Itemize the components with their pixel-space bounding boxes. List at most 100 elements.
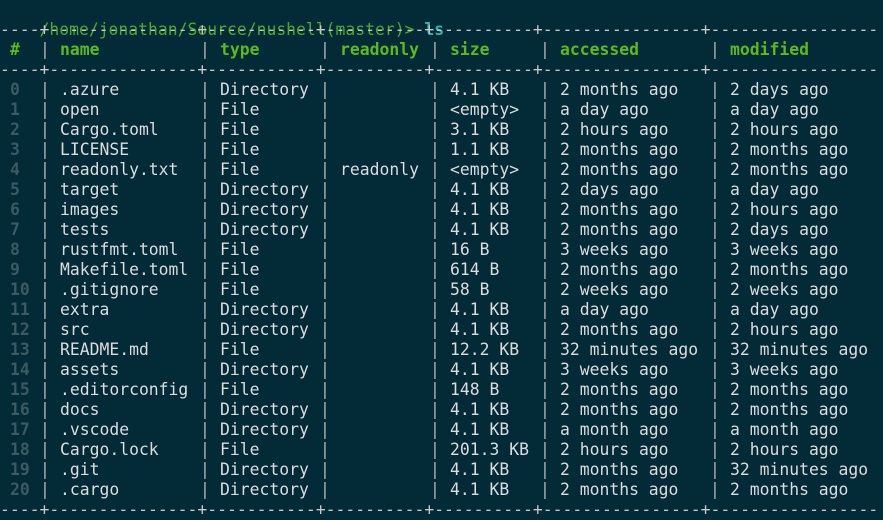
column-separator: | xyxy=(540,140,550,159)
table-row: 12 src Directory 4.1 KB 2 months ago 2 hours … xyxy=(0,320,883,340)
column-separator: | xyxy=(540,200,550,219)
column-separator: | xyxy=(320,400,330,419)
column-separator: | xyxy=(40,260,50,279)
column-separator: | xyxy=(710,40,720,59)
table-row: 4 readonly.txt File readonly <empty> 2 months… xyxy=(0,160,883,180)
cell-type: Directory xyxy=(220,220,309,239)
column-separator: | xyxy=(200,420,210,439)
cell-index: 11 xyxy=(10,300,30,319)
column-separator: | xyxy=(320,460,330,479)
table-row: 3 LICENSE File 1.1 KB 2 months ago 2 months a… xyxy=(0,140,883,160)
cell-modified: a day ago xyxy=(730,300,819,319)
cell-type: File xyxy=(220,120,260,139)
cell-modified: a day ago xyxy=(730,100,819,119)
cell-type: File xyxy=(220,140,260,159)
column-separator: | xyxy=(40,200,50,219)
column-header-accessed: accessed xyxy=(560,40,639,59)
column-separator: | xyxy=(540,340,550,359)
column-separator: | xyxy=(200,100,210,119)
cell-accessed: 2 months ago xyxy=(560,400,679,419)
column-separator: | xyxy=(320,440,330,459)
cell-accessed: 2 months ago xyxy=(560,220,679,239)
column-separator: | xyxy=(40,100,50,119)
cell-index: 18 xyxy=(10,440,30,459)
cell-size: 4.1 KB xyxy=(450,80,510,99)
table-row: 6 images Directory 4.1 KB 2 months ago 2 hour… xyxy=(0,200,883,220)
cell-modified: 2 months ago xyxy=(730,140,849,159)
column-separator: | xyxy=(710,180,720,199)
cell-size: 3.1 KB xyxy=(450,120,510,139)
cell-accessed: a month ago xyxy=(560,420,669,439)
column-separator: | xyxy=(540,480,550,499)
cell-accessed: 2 weeks ago xyxy=(560,280,669,299)
cell-size: 16 B xyxy=(450,240,490,259)
cell-index: 20 xyxy=(10,480,30,499)
cell-accessed: 32 minutes ago xyxy=(560,340,699,359)
cell-name: .azure xyxy=(60,80,120,99)
cell-name: extra xyxy=(60,300,110,319)
cell-type: Directory xyxy=(220,200,309,219)
cell-size: 4.1 KB xyxy=(450,180,510,199)
column-separator: | xyxy=(320,420,330,439)
column-separator: | xyxy=(200,220,210,239)
table-row: 19 .git Directory 4.1 KB 2 months ago 32 minu… xyxy=(0,460,883,480)
cell-size: 4.1 KB xyxy=(450,200,510,219)
column-separator: | xyxy=(430,100,440,119)
table-row: 5 target Directory 4.1 KB 2 days ago a day ag… xyxy=(0,180,883,200)
column-separator: | xyxy=(40,340,50,359)
cell-modified: 32 minutes ago xyxy=(730,460,869,479)
cell-type: Directory xyxy=(220,80,309,99)
column-separator: | xyxy=(430,300,440,319)
column-separator: | xyxy=(710,140,720,159)
column-separator: | xyxy=(40,80,50,99)
cell-name: .vscode xyxy=(60,420,130,439)
table-row: 20 .cargo Directory 4.1 KB 2 months ago 2 mon… xyxy=(0,480,883,500)
column-header-modified: modified xyxy=(730,40,809,59)
column-separator: | xyxy=(710,480,720,499)
table-row: 7 tests Directory 4.1 KB 2 months ago 2 days … xyxy=(0,220,883,240)
table-row: 17 .vscode Directory 4.1 KB a month ago a mon… xyxy=(0,420,883,440)
cell-name: rustfmt.toml xyxy=(60,240,179,259)
column-separator: | xyxy=(430,360,440,379)
cell-index: 10 xyxy=(10,280,30,299)
column-separator: | xyxy=(430,280,440,299)
cell-modified: 3 weeks ago xyxy=(730,240,839,259)
cell-accessed: 2 hours ago xyxy=(560,440,669,459)
terminal-window[interactable]: /home/jonathan/Source/nushell(master)> l… xyxy=(0,0,883,519)
cell-type: Directory xyxy=(220,320,309,339)
cell-type: Directory xyxy=(220,480,309,499)
prompt-line: /home/jonathan/Source/nushell(master)> l… xyxy=(0,0,444,39)
column-separator: | xyxy=(200,380,210,399)
cell-index: 3 xyxy=(10,140,20,159)
column-separator: | xyxy=(40,320,50,339)
column-separator: | xyxy=(200,340,210,359)
column-separator: | xyxy=(710,240,720,259)
cell-name: readonly.txt xyxy=(60,160,179,179)
column-separator: | xyxy=(200,460,210,479)
cell-size: <empty> xyxy=(450,160,520,179)
cell-modified: 2 hours ago xyxy=(730,320,839,339)
cell-index: 8 xyxy=(10,240,20,259)
column-separator: | xyxy=(710,340,720,359)
cell-type: File xyxy=(220,100,260,119)
column-separator: | xyxy=(710,100,720,119)
cell-size: 4.1 KB xyxy=(450,480,510,499)
column-separator: | xyxy=(40,440,50,459)
cell-accessed: 2 months ago xyxy=(560,480,679,499)
column-separator: | xyxy=(430,260,440,279)
column-separator: | xyxy=(320,300,330,319)
table-border: ----+---------------+-----------+-------… xyxy=(0,20,879,39)
cell-name: docs xyxy=(60,400,100,419)
column-separator: | xyxy=(540,220,550,239)
column-separator: | xyxy=(200,160,210,179)
cell-index: 5 xyxy=(10,180,20,199)
column-separator: | xyxy=(430,40,440,59)
cell-size: 4.1 KB xyxy=(450,360,510,379)
column-separator: | xyxy=(540,380,550,399)
column-separator: | xyxy=(540,440,550,459)
cell-size: 614 B xyxy=(450,260,500,279)
cell-size: 4.1 KB xyxy=(450,300,510,319)
column-separator: | xyxy=(200,480,210,499)
cell-name: assets xyxy=(60,360,120,379)
cell-name: LICENSE xyxy=(60,140,130,159)
